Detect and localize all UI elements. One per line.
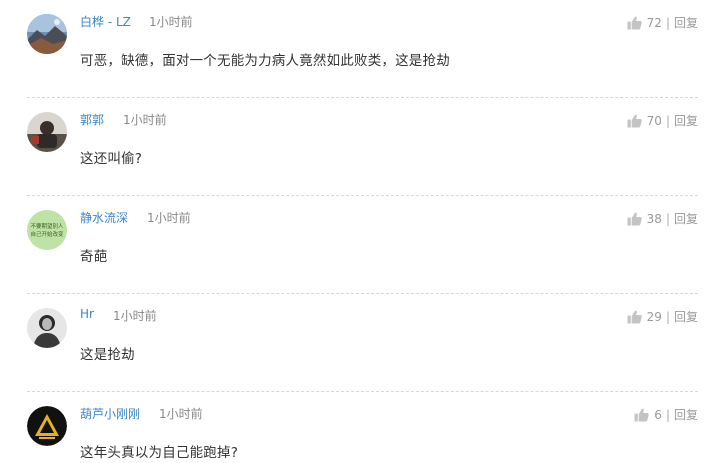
username[interactable]: 静水流深 (80, 209, 128, 226)
reply-button[interactable]: 回复 (674, 406, 698, 423)
comment-text: 这是抢劫 (80, 347, 135, 363)
reply-button[interactable]: 回复 (674, 210, 698, 227)
comment-item: Hr 1小时前 29 | 回复 这是抢劫 (0, 294, 704, 392)
like-count: 38 (646, 211, 662, 226)
like-button[interactable]: 38 (627, 212, 662, 226)
avatar[interactable]: 不要期望別人 自己开始改变 (27, 210, 67, 250)
timestamp: 1小时前 (147, 211, 191, 225)
separator: | (665, 211, 670, 226)
thumbs-up-icon (627, 16, 642, 30)
comment-actions: 6 | 回复 (634, 406, 698, 423)
username[interactable]: Hr (80, 307, 94, 321)
comment-text: 这还叫偷? (80, 151, 143, 167)
username[interactable]: 白桦 - LZ (80, 13, 131, 30)
comment-item: 白桦 - LZ 1小时前 72 | 回复 可恶，缺德，面对一个无能为力病人竟然如… (0, 0, 704, 98)
comment-actions: 72 | 回复 (627, 14, 698, 31)
timestamp: 1小时前 (149, 15, 193, 29)
like-count: 6 (654, 407, 662, 422)
like-button[interactable]: 70 (627, 114, 662, 128)
avatar-caption-line-2: 自己开始改变 (30, 230, 64, 238)
comment-actions: 70 | 回复 (627, 112, 698, 129)
like-button[interactable]: 29 (627, 310, 662, 324)
comment-text: 这年头真以为自己能跑掉? (80, 445, 239, 461)
avatar[interactable] (27, 308, 67, 348)
like-count: 29 (646, 309, 662, 324)
thumbs-up-icon (627, 114, 642, 128)
comment-actions: 29 | 回复 (627, 308, 698, 325)
separator: | (665, 113, 670, 128)
comment-text: 可恶，缺德，面对一个无能为力病人竟然如此败类，这是抢劫 (80, 53, 450, 69)
like-count: 70 (646, 113, 662, 128)
avatar[interactable] (27, 112, 67, 152)
reply-button[interactable]: 回复 (674, 14, 698, 31)
avatar-caption-line-1: 不要期望別人 (30, 222, 64, 230)
comment-item: 不要期望別人 自己开始改变 静水流深 1小时前 38 | 回复 奇葩 (0, 196, 704, 294)
username[interactable]: 郭郭 (80, 111, 104, 128)
timestamp: 1小时前 (113, 309, 157, 323)
like-button[interactable]: 72 (627, 16, 662, 30)
comment-actions: 38 | 回复 (627, 210, 698, 227)
timestamp: 1小时前 (159, 407, 203, 421)
thumbs-up-icon (634, 408, 650, 422)
avatar[interactable] (27, 406, 67, 446)
username[interactable]: 葫芦小刚刚 (80, 405, 140, 422)
reply-button[interactable]: 回复 (674, 308, 698, 325)
separator: | (665, 15, 670, 30)
separator: | (665, 309, 670, 324)
thumbs-up-icon (627, 310, 642, 324)
avatar[interactable] (27, 14, 67, 54)
comment-item: 郭郭 1小时前 70 | 回复 这还叫偷? (0, 98, 704, 196)
separator: | (665, 407, 670, 422)
reply-button[interactable]: 回复 (674, 112, 698, 129)
comment-text: 奇葩 (80, 249, 108, 265)
thumbs-up-icon (627, 212, 642, 226)
comment-item: 葫芦小刚刚 1小时前 6 | 回复 这年头真以为自己能跑掉? (0, 392, 704, 463)
like-count: 72 (646, 15, 662, 30)
like-button[interactable]: 6 (634, 408, 662, 422)
timestamp: 1小时前 (123, 113, 167, 127)
